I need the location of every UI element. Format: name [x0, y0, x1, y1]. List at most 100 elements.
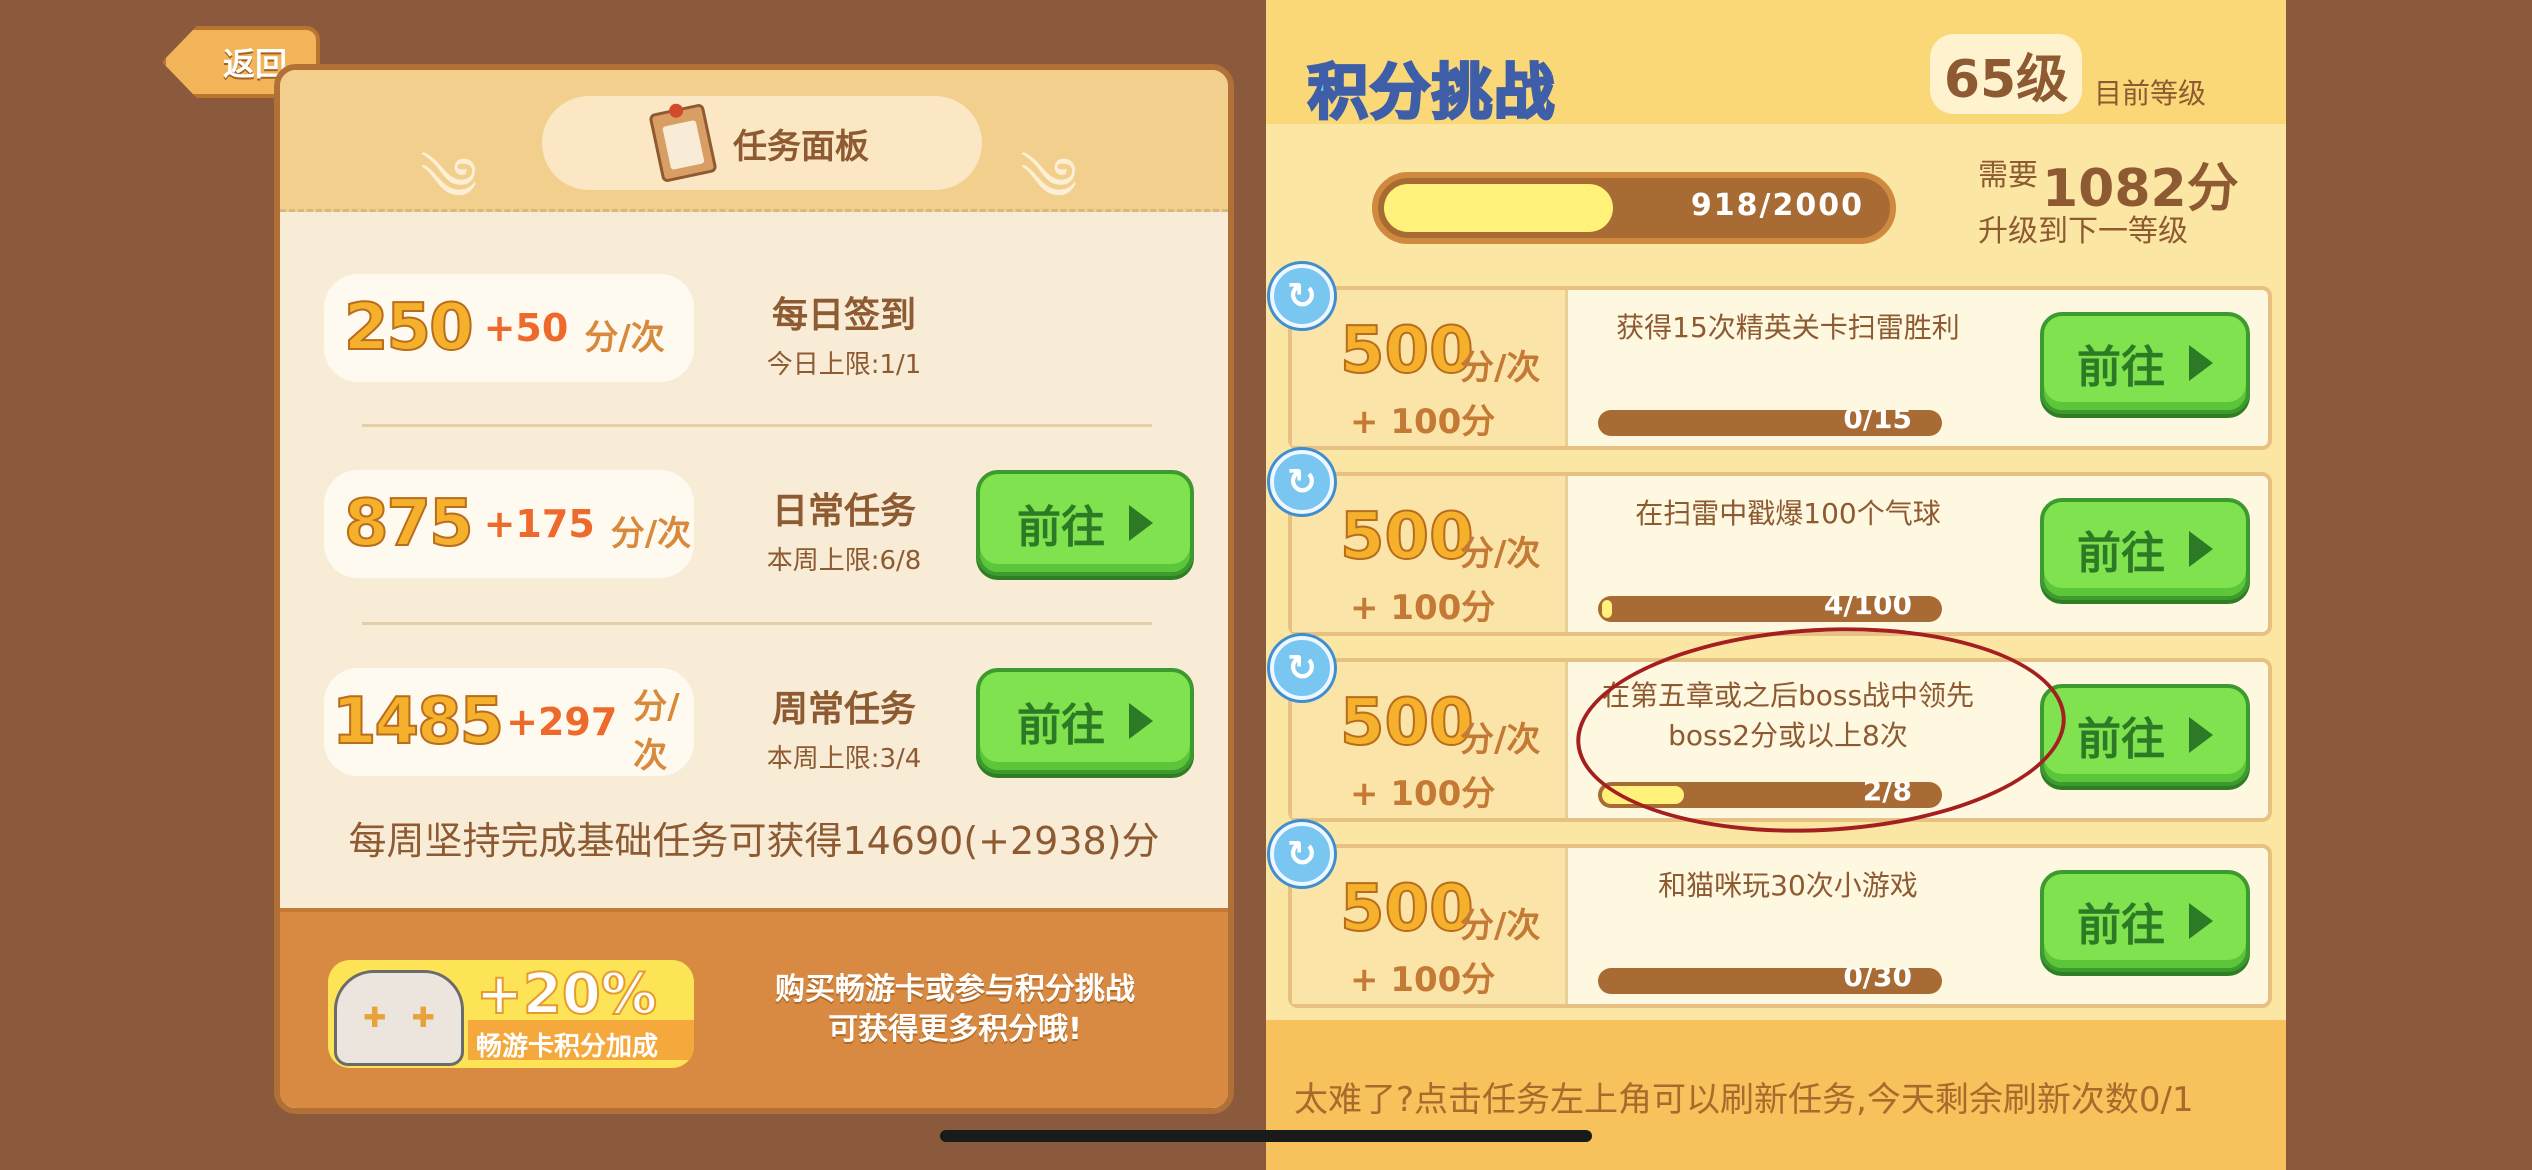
task-panel-footer: +20% 畅游卡积分加成 购买畅游卡或参与积分挑战 可获得更多积分哦!	[280, 908, 1228, 1108]
cat-icon	[334, 970, 464, 1066]
next-level-label: 升级到下一等级	[1978, 214, 2188, 249]
challenge-bonus: + 100分	[1350, 402, 1496, 442]
refresh-icon[interactable]: ↻	[1270, 636, 1334, 700]
swirl-decoration-icon: ༄	[1020, 145, 1078, 215]
refresh-icon[interactable]: ↻	[1270, 264, 1334, 328]
challenge-points-area: 500 分/次 + 100分	[1292, 662, 1568, 818]
challenge-unit: 分/次	[1460, 906, 1541, 946]
challenge-description: 在扫雷中戳爆100个气球	[1635, 497, 1941, 530]
clipboard-icon	[648, 102, 718, 184]
go-button-weekly-tasks[interactable]: 前往	[976, 668, 1194, 774]
task-unit: 分/次	[610, 513, 692, 554]
home-indicator[interactable]	[940, 1130, 1592, 1142]
task-name-block: 日常任务 本周上限:6/8	[744, 482, 944, 577]
play-icon	[2189, 345, 2213, 381]
task-unit: 分/次	[633, 687, 680, 776]
task-row-daily-checkin: 250 +50 分/次 每日签到 今日上限:1/1	[324, 274, 1196, 384]
challenge-progress-fill	[1602, 600, 1612, 618]
task-row-daily-tasks: 875 +175 分/次 日常任务 本周上限:6/8 前往	[324, 470, 1196, 580]
challenge-card: 500 分/次 + 100分 ↻ 在扫雷中戳爆100个气球 4/100 前往	[1270, 450, 2272, 636]
go-button-challenge-3[interactable]: 前往	[2040, 684, 2250, 786]
challenge-score: 500	[1339, 499, 1475, 575]
play-icon	[2189, 717, 2213, 753]
task-name-block: 每日签到 今日上限:1/1	[744, 286, 944, 381]
go-button-challenge-4[interactable]: 前往	[2040, 870, 2250, 972]
go-button-challenge-1[interactable]: 前往	[2040, 312, 2250, 414]
task-name: 日常任务	[771, 491, 916, 532]
divider	[362, 622, 1152, 625]
bonus-label: 畅游卡积分加成	[476, 1032, 659, 1062]
challenge-unit: 分/次	[1460, 720, 1541, 760]
challenge-points-area: 500 分/次 + 100分	[1292, 476, 1568, 632]
task-panel-title: 任务面板	[733, 126, 869, 167]
challenge-description: 和猫咪玩30次小游戏	[1658, 869, 1918, 902]
level-badge: 65级	[1930, 34, 2082, 114]
task-score: 875	[343, 486, 475, 562]
play-icon	[2189, 903, 2213, 939]
swirl-decoration-icon: ༄	[420, 145, 478, 215]
challenge-unit: 分/次	[1460, 348, 1541, 388]
score-pill: 1485 +297 分/次	[324, 668, 694, 776]
level-progress-bar: 918/2000	[1372, 172, 1896, 244]
promo-line-1: 购买畅游卡或参与积分挑战	[775, 972, 1135, 1007]
challenge-score: 500	[1339, 685, 1475, 761]
refresh-icon[interactable]: ↻	[1270, 450, 1334, 514]
task-unit: 分/次	[584, 317, 665, 358]
task-row-weekly-tasks: 1485 +297 分/次 周常任务 本周上限:3/4 前往	[324, 668, 1196, 778]
level-progress-fill	[1384, 184, 1613, 232]
task-panel-title-cloud: 任务面板	[542, 96, 982, 190]
go-button-label: 前往	[1017, 700, 1105, 751]
challenge-unit: 分/次	[1460, 534, 1541, 574]
bonus-percent: +20%	[475, 961, 658, 1028]
play-icon	[2189, 531, 2213, 567]
challenge-progress-text: 4/100	[1823, 596, 1912, 621]
task-score: 250	[343, 290, 475, 366]
task-bonus: +50	[483, 306, 569, 350]
task-name: 每日签到	[771, 295, 916, 336]
go-button-label: 前往	[2077, 528, 2165, 579]
go-button-label: 前往	[2077, 900, 2165, 951]
score-pill: 875 +175 分/次	[324, 470, 694, 578]
challenge-progress-text: 0/15	[1843, 410, 1912, 435]
back-button-label: 返回	[222, 45, 287, 83]
score-pill: 250 +50 分/次	[324, 274, 694, 382]
task-limit: 本周上限:3/4	[766, 744, 922, 774]
task-limit: 今日上限:1/1	[766, 350, 922, 380]
refresh-icon[interactable]: ↻	[1270, 822, 1334, 886]
challenge-bonus: + 100分	[1350, 774, 1496, 814]
need-label: 需要	[1978, 158, 2038, 193]
task-name-block: 周常任务 本周上限:3/4	[744, 680, 944, 775]
go-button-daily-tasks[interactable]: 前往	[976, 470, 1194, 576]
level-label: 目前等级	[2094, 77, 2207, 110]
task-panel: ༄ ༄ 任务面板 250 +50 分/次 每日签到 今日上限:1/1 875 +…	[274, 64, 1234, 1114]
promo-text: 购买畅游卡或参与积分挑战 可获得更多积分哦!	[760, 970, 1150, 1050]
challenge-card: 500 分/次 + 100分 ↻ 获得15次精英关卡扫雷胜利 0/15 前往	[1270, 264, 2272, 450]
task-score: 1485	[331, 684, 505, 760]
challenge-points-area: 500 分/次 + 100分	[1292, 848, 1568, 1004]
level-progress-text: 918/2000	[1690, 188, 1864, 223]
go-button-label: 前往	[1017, 502, 1105, 553]
go-button-challenge-2[interactable]: 前往	[2040, 498, 2250, 600]
challenge-title: 积分挑战	[1307, 57, 1556, 130]
challenge-progress-bar: 4/100	[1598, 596, 1942, 622]
task-bonus: +175	[483, 502, 595, 546]
refresh-hint: 太难了?点击任务左上角可以刷新任务,今天剩余刷新次数0/1	[1294, 1080, 2194, 1120]
go-button-label: 前往	[2077, 342, 2165, 393]
pass-bonus-card[interactable]: +20% 畅游卡积分加成	[328, 960, 694, 1068]
weekly-note: 每周坚持完成基础任务可获得14690(+2938)分	[348, 819, 1160, 863]
challenge-bonus: + 100分	[1350, 588, 1496, 628]
divider	[362, 424, 1152, 427]
challenge-score: 500	[1339, 871, 1475, 947]
go-button-label: 前往	[2077, 714, 2165, 765]
challenge-progress-bar: 0/15	[1598, 410, 1942, 436]
task-panel-header: ༄ ༄ 任务面板	[280, 70, 1228, 215]
task-bonus: +297	[506, 700, 618, 744]
challenge-progress-bar: 0/30	[1598, 968, 1942, 994]
challenge-description: 获得15次精英关卡扫雷胜利	[1616, 311, 1960, 344]
play-icon	[1129, 703, 1153, 739]
challenge-bonus: + 100分	[1350, 960, 1496, 1000]
task-limit: 本周上限:6/8	[766, 546, 922, 576]
challenge-score: 500	[1339, 313, 1475, 389]
challenge-card: 500 分/次 + 100分 ↻ 和猫咪玩30次小游戏 0/30 前往	[1270, 822, 2272, 1008]
promo-line-2: 可获得更多积分哦!	[828, 1012, 1082, 1047]
